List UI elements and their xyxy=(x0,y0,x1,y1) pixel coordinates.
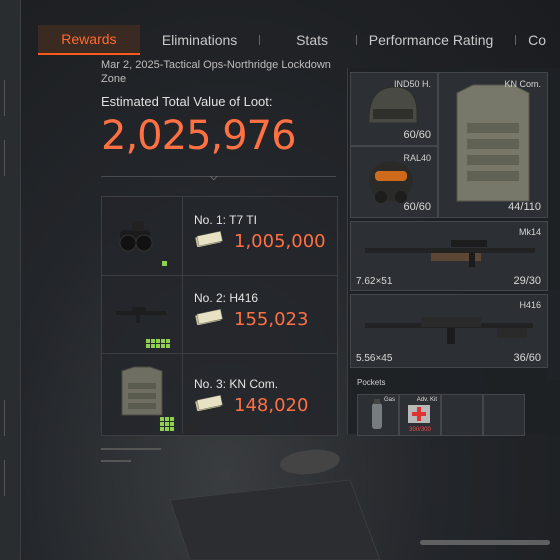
primary-weapon-caliber: 7.62×51 xyxy=(356,276,393,287)
pocket-item-label: Gas xyxy=(383,397,395,403)
helmet-slot[interactable]: IND50 H. 60/60 xyxy=(350,72,438,146)
pocket-slot[interactable]: Adv. Kit 300/300 xyxy=(399,394,441,436)
loot-row[interactable]: No. 2: H416 155,023 xyxy=(102,275,337,354)
loot-row[interactable]: No. 3: KN Com. 148,020 xyxy=(102,353,337,433)
match-info: Mar 2, 2025-Tactical Ops-Northridge Lock… xyxy=(101,59,331,85)
secondary-weapon-label: H416 xyxy=(519,300,541,310)
tab-performance-rating[interactable]: Performance Rating xyxy=(365,26,508,54)
cash-icon xyxy=(195,231,223,247)
pocket-slot[interactable]: Gas xyxy=(357,394,399,436)
secondary-weapon-ammo: 36/60 xyxy=(513,352,541,364)
left-edge-panel xyxy=(0,0,21,560)
rewards-header: Mar 2, 2025-Tactical Ops-Northridge Lock… xyxy=(101,58,341,159)
mask-label: RAL40 xyxy=(403,153,431,163)
loot-value: 155,023 xyxy=(234,309,309,330)
primary-weapon-label: Mk14 xyxy=(518,227,541,237)
loot-row[interactable]: No. 1: T7 TI 1,005,000 xyxy=(102,197,337,276)
armor-slot[interactable]: KN Com. 44/110 xyxy=(438,72,548,218)
cash-icon xyxy=(195,395,223,411)
secondary-weapon-caliber: 5.56×45 xyxy=(356,353,393,364)
divider xyxy=(101,176,336,177)
armor-durability: 44/110 xyxy=(508,201,541,213)
pocket-item-label: Adv. Kit xyxy=(416,397,437,403)
mask-durability: 60/60 xyxy=(403,201,431,213)
tab-separator xyxy=(259,35,261,45)
tab-eliminations[interactable]: Eliminations xyxy=(148,26,251,54)
estimated-value-label: Estimated Total Value of Loot: xyxy=(101,94,273,109)
body-armor-icon xyxy=(102,353,183,433)
tab-separator xyxy=(515,35,517,45)
mask-slot[interactable]: RAL40 60/60 xyxy=(350,146,438,218)
loot-name: No. 2: H416 xyxy=(194,291,259,305)
armor-label: KN Com. xyxy=(504,79,541,89)
helmet-durability: 60/60 xyxy=(403,129,431,141)
helmet-label: IND50 H. xyxy=(393,79,431,89)
tab-bar: Rewards Eliminations Stats Performance R… xyxy=(38,25,560,55)
pockets-label: Pockets xyxy=(357,378,386,387)
primary-weapon-ammo: 29/30 xyxy=(513,275,541,287)
pocket-slot[interactable] xyxy=(483,394,525,436)
background-magazine xyxy=(169,449,381,560)
total-loot-value: 2,025,976 xyxy=(101,113,297,159)
scrollbar[interactable] xyxy=(420,540,550,545)
cash-icon xyxy=(195,309,223,325)
tab-stats[interactable]: Stats xyxy=(282,26,342,54)
pocket-slot[interactable] xyxy=(441,394,483,436)
loot-name: No. 3: KN Com. xyxy=(194,377,279,391)
assault-rifle-icon xyxy=(102,275,183,353)
primary-weapon-slot[interactable]: Mk14 7.62×51 29/30 xyxy=(350,221,548,291)
chevron-down-icon[interactable]: ⌵ xyxy=(210,172,218,183)
top-loot-list: No. 1: T7 TI 1,005,000 No. 2: H416 155,0 xyxy=(101,196,338,436)
pocket-item-count: 300/300 xyxy=(409,427,431,433)
night-vision-goggles-icon xyxy=(102,197,183,275)
tab-more[interactable]: Co xyxy=(524,26,560,54)
secondary-weapon-slot[interactable]: H416 5.56×45 36/60 xyxy=(350,294,548,368)
loot-name: No. 1: T7 TI xyxy=(194,213,257,227)
tab-separator xyxy=(356,35,357,45)
loot-value: 1,005,000 xyxy=(234,231,326,252)
tab-rewards[interactable]: Rewards xyxy=(38,25,140,55)
loot-value: 148,020 xyxy=(234,395,309,416)
body-armor-icon xyxy=(456,84,530,202)
